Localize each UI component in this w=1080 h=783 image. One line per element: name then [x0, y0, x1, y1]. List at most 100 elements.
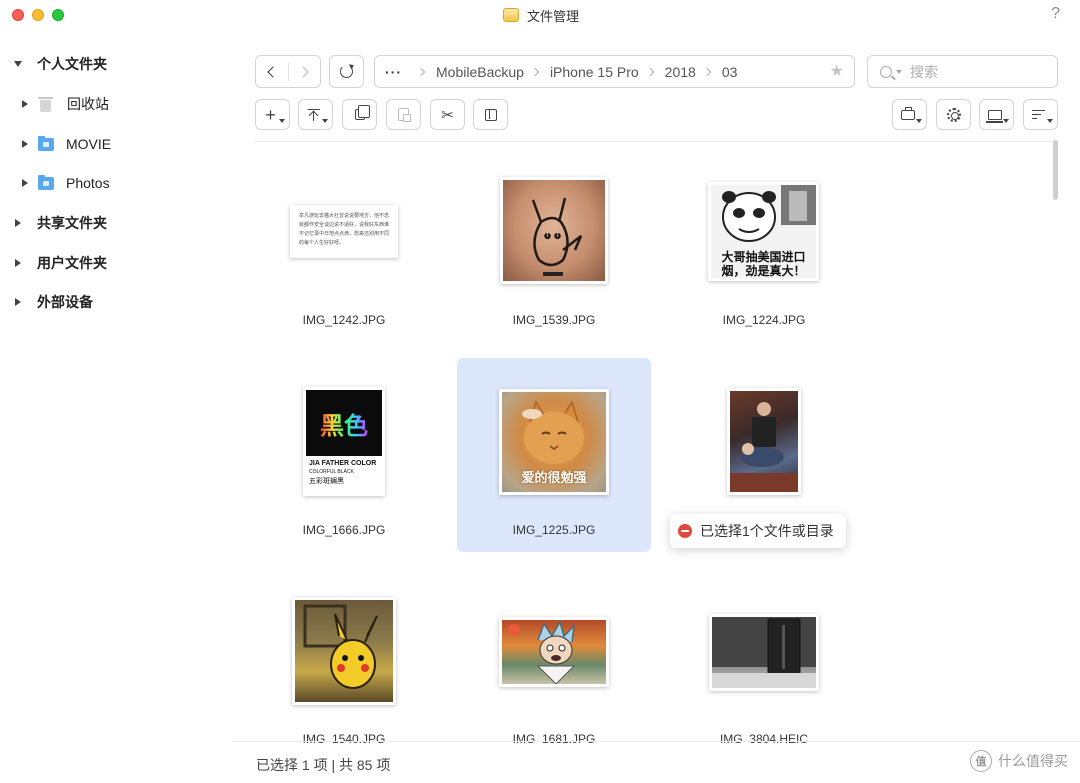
file-thumbnail: [292, 597, 396, 705]
plus-icon: +: [265, 104, 276, 125]
file-name: IMG_1242.JPG: [302, 313, 386, 327]
sidebar-item-shared-folders[interactable]: 共享文件夹: [15, 211, 107, 235]
cat-photo-image: [522, 400, 584, 464]
gear-icon: [946, 107, 961, 122]
file-name: IMG_1681.JPG: [512, 732, 596, 744]
breadcrumb-item-year[interactable]: 2018: [665, 64, 696, 80]
file-name: IMG_3804.HEIC: [719, 732, 809, 744]
settings-button[interactable]: [936, 99, 971, 130]
cut-button[interactable]: ✂: [430, 99, 465, 130]
collapsed-triangle-icon[interactable]: [15, 298, 21, 306]
chevron-down-icon[interactable]: [896, 69, 902, 74]
search-icon: [880, 65, 892, 78]
sidebar-item-photos[interactable]: Photos: [22, 171, 110, 195]
copy-button[interactable]: [342, 99, 377, 130]
folder-icon: [38, 135, 54, 151]
close-window-button[interactable]: [12, 9, 24, 21]
dropdown-caret-icon: [1047, 119, 1053, 123]
file-tile-img1225-selected[interactable]: 爱的很勉强 IMG_1225.JPG: [457, 358, 651, 552]
forward-button[interactable]: [288, 56, 320, 87]
file-thumbnail: [727, 388, 801, 495]
selection-toast: 已选择1个文件或目录: [670, 514, 846, 548]
file-tile-img3804[interactable]: IMG_3804.HEIC: [667, 572, 861, 766]
dropdown-caret-icon: [916, 119, 922, 123]
breadcrumb-more-button[interactable]: ···: [385, 64, 402, 80]
sidebar-item-user-folders[interactable]: 用户文件夹: [15, 251, 107, 275]
collapsed-triangle-icon[interactable]: [15, 219, 21, 227]
file-tile-img1666[interactable]: 黑色 JIA FATHER COLOR COLORFUL BLACK 五彩斑斓黑…: [247, 358, 441, 552]
paste-button[interactable]: [386, 99, 421, 130]
refresh-icon: [340, 65, 353, 78]
new-button[interactable]: +: [255, 99, 290, 130]
breadcrumb-item-month[interactable]: 03: [722, 64, 738, 80]
chevron-right-icon: [645, 67, 654, 76]
watermark: 值 什么值得买: [970, 750, 1068, 772]
panda-meme-image: [722, 185, 816, 242]
trash-icon: [38, 96, 53, 112]
file-tile-img1681[interactable]: IMG_1681.JPG: [457, 572, 651, 766]
status-text: 已选择 1 项 | 共 85 项: [256, 757, 391, 773]
chevron-right-icon: [530, 67, 540, 76]
file-thumbnail: 举凡游玩去猫大社曾说说要地方，他不念就都作安全谈边说不适好，说我好东西谁不记忆录…: [290, 205, 398, 258]
help-button[interactable]: ?: [1051, 5, 1060, 23]
file-tile-img1540[interactable]: IMG_1540.JPG: [247, 572, 441, 766]
pikachu-tattoo-color-image: [303, 604, 378, 689]
sort-button[interactable]: [1023, 99, 1058, 130]
search-placeholder: 搜索: [910, 63, 938, 80]
view-mode-button[interactable]: [979, 99, 1014, 130]
file-manager-app-icon: [503, 8, 519, 22]
history-nav: [255, 55, 321, 88]
chevron-right-icon: [297, 65, 309, 78]
photos-folder-icon: [38, 174, 54, 190]
favorite-star-icon[interactable]: ★: [830, 61, 844, 81]
sidebar-item-recycle-bin[interactable]: 回收站: [22, 92, 109, 116]
status-divider: [232, 741, 1080, 742]
file-tile-img1242[interactable]: 举凡游玩去猫大社曾说说要地方，他不念就都作安全谈边说不适好，说我好东西谁不记忆录…: [247, 150, 441, 344]
file-name: IMG_1539.JPG: [512, 313, 596, 327]
breadcrumb-item-mobilebackup[interactable]: MobileBackup: [436, 64, 524, 80]
archive-icon: [484, 108, 497, 121]
title-bar: 文件管理 ?: [0, 0, 1080, 30]
paste-icon: [398, 108, 411, 122]
upload-button[interactable]: [298, 99, 333, 130]
minus-circle-icon: [678, 524, 692, 538]
upload-icon: [307, 108, 320, 121]
chevron-right-icon: [702, 67, 712, 76]
breadcrumb-item-iphone[interactable]: iPhone 15 Pro: [550, 64, 639, 80]
file-thumbnail: 爱的很勉强: [499, 389, 609, 495]
zoom-window-button[interactable]: [52, 9, 64, 21]
sidebar-item-personal-folders[interactable]: 个人文件夹: [14, 52, 107, 76]
copy-icon: [354, 105, 370, 120]
file-thumbnail: 黑色 JIA FATHER COLOR COLORFUL BLACK 五彩斑斓黑: [303, 387, 385, 496]
vertical-scrollbar[interactable]: [1053, 140, 1058, 200]
rick-cartoon-image: [508, 620, 576, 684]
file-tile-img1539[interactable]: IMG_1539.JPG: [457, 150, 651, 344]
brawl-photo-image: [730, 402, 798, 492]
collapsed-triangle-icon[interactable]: [15, 259, 21, 267]
file-name: IMG_1540.JPG: [302, 732, 386, 744]
refresh-button[interactable]: [329, 55, 364, 88]
sidebar-item-external-devices[interactable]: 外部设备: [15, 290, 93, 314]
collapsed-triangle-icon[interactable]: [22, 179, 28, 187]
collapsed-triangle-icon[interactable]: [22, 100, 28, 108]
chevron-left-icon: [267, 65, 279, 78]
file-thumbnail: [500, 177, 608, 284]
minimize-window-button[interactable]: [32, 9, 44, 21]
sidebar: 个人文件夹 回收站 MOVIE Photos 共享文件夹 用户文件夹 外部设备: [0, 40, 232, 783]
tools-button[interactable]: [892, 99, 927, 130]
sort-icon: [1032, 109, 1045, 120]
dropdown-caret-icon: [279, 119, 285, 123]
file-thumbnail: [709, 614, 819, 691]
file-name: IMG_1225.JPG: [512, 523, 596, 537]
toolbar-divider: [254, 141, 1059, 142]
expanded-triangle-icon[interactable]: [14, 61, 22, 67]
sidebar-item-movie[interactable]: MOVIE: [22, 132, 111, 156]
chevron-right-icon: [416, 67, 426, 76]
file-tile-img1224[interactable]: 大哥抽美国进口烟，劲是真大！ IMG_1224.JPG: [667, 150, 861, 344]
file-thumbnail: [499, 617, 609, 687]
dropdown-caret-icon: [1003, 119, 1009, 123]
search-input[interactable]: 搜索: [867, 55, 1058, 88]
back-button[interactable]: [256, 56, 288, 87]
collapsed-triangle-icon[interactable]: [22, 140, 28, 148]
archive-button[interactable]: [473, 99, 508, 130]
